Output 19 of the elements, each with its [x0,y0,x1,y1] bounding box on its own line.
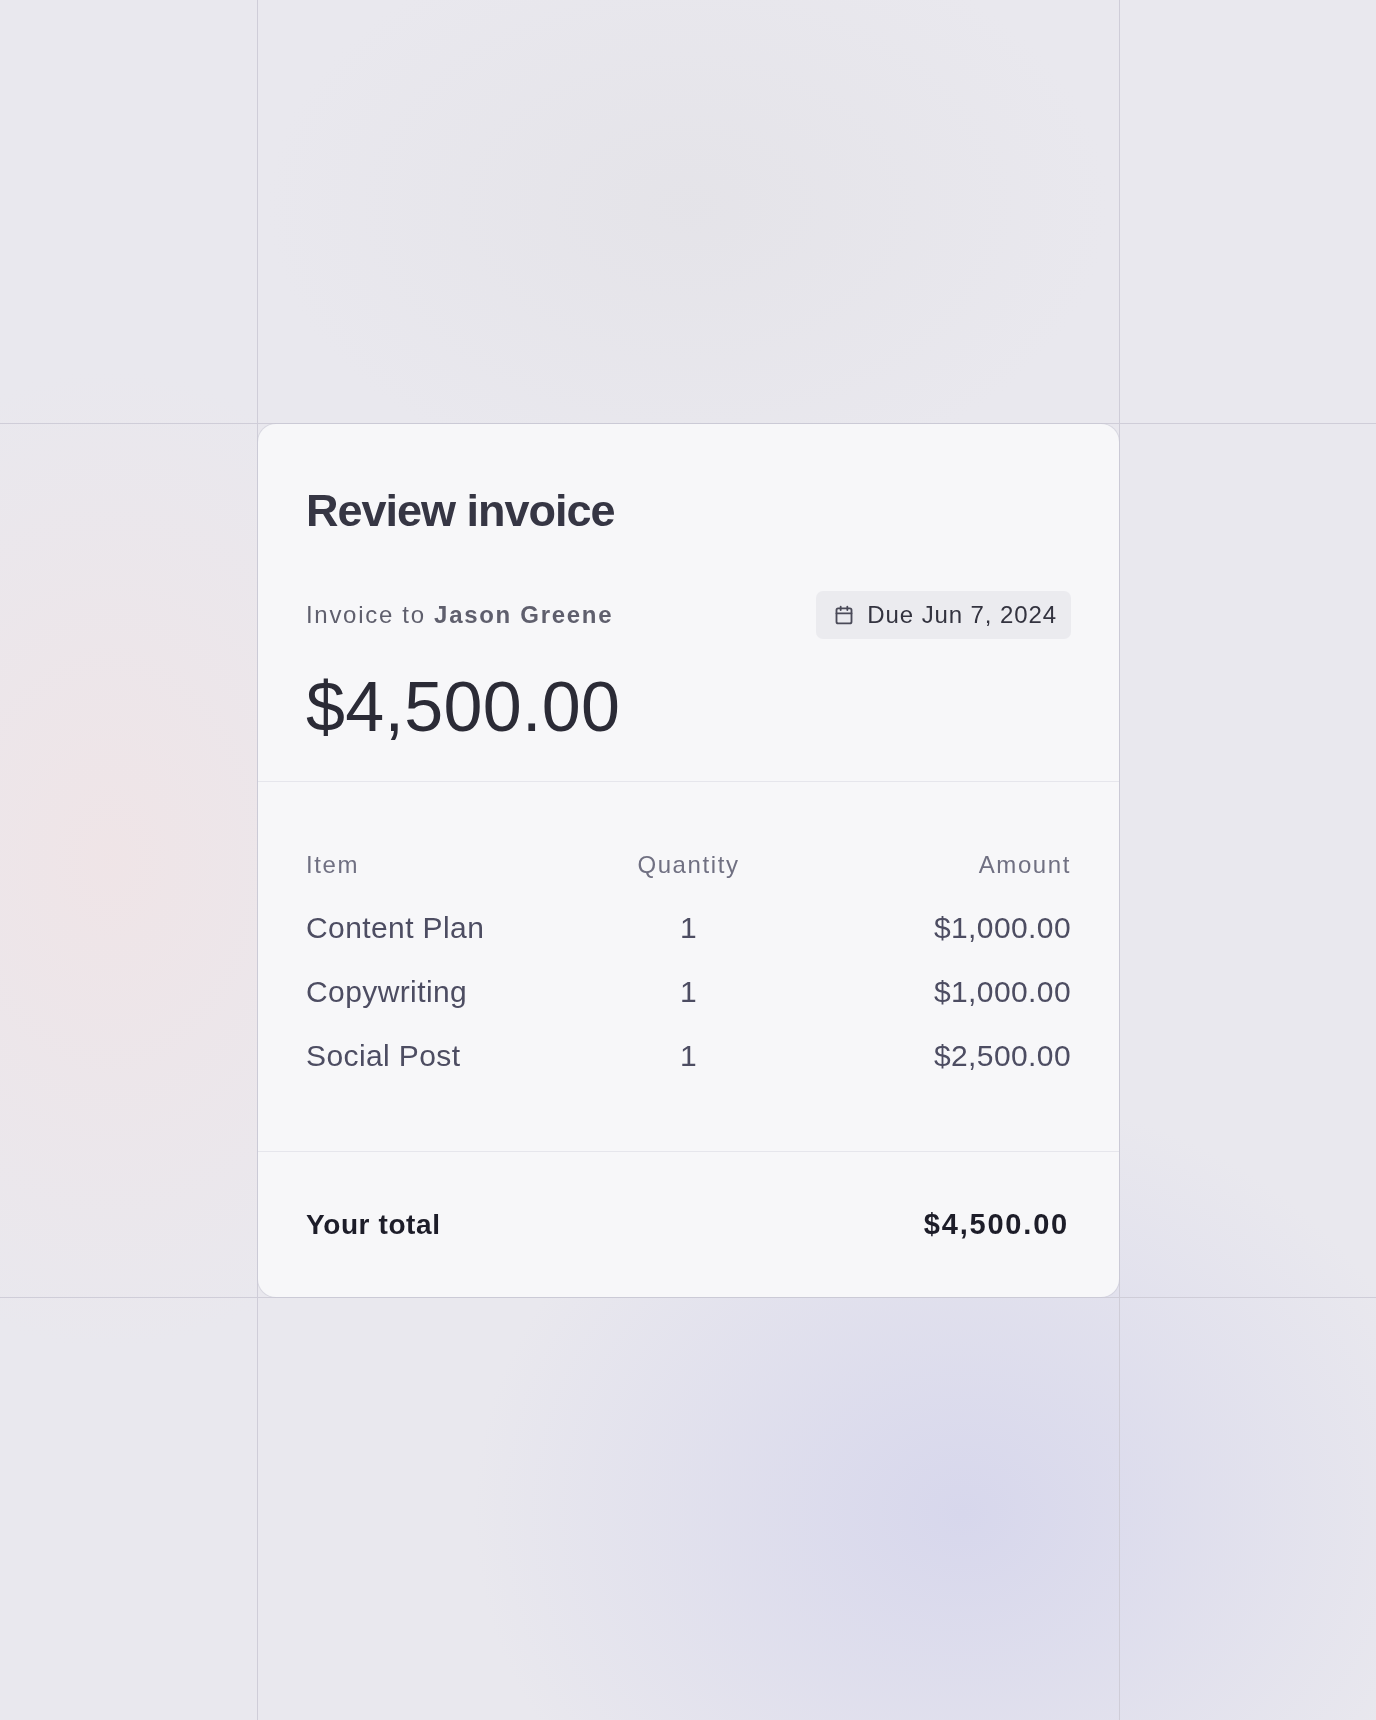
recipient-text: Invoice to Jason Greene [306,601,614,629]
table-cell: $1,000.00 [933,973,1071,1010]
column-header: Quantity [637,851,740,880]
table-cell: Copywriting [306,973,468,1010]
table-cell: $2,500.00 [933,1037,1071,1074]
table-cell: 1 [679,1037,698,1074]
total-amount: $4,500.00 [923,1206,1069,1242]
table-cell: Content Plan [306,909,485,946]
table-cell: 1 [679,909,698,946]
table-cell: Social Post [306,1037,461,1074]
column-header: Amount [978,851,1071,880]
due-date-text: Due Jun 7, 2024 [867,601,1057,629]
column-header: Item [306,851,360,880]
table-cell: 1 [679,973,698,1010]
calendar-icon [834,605,855,625]
invoice-amount: $4,500.00 [306,669,622,746]
total-label: Your total [306,1207,441,1242]
card-title: Review invoice [306,484,616,538]
table-cell: $1,000.00 [933,909,1071,946]
